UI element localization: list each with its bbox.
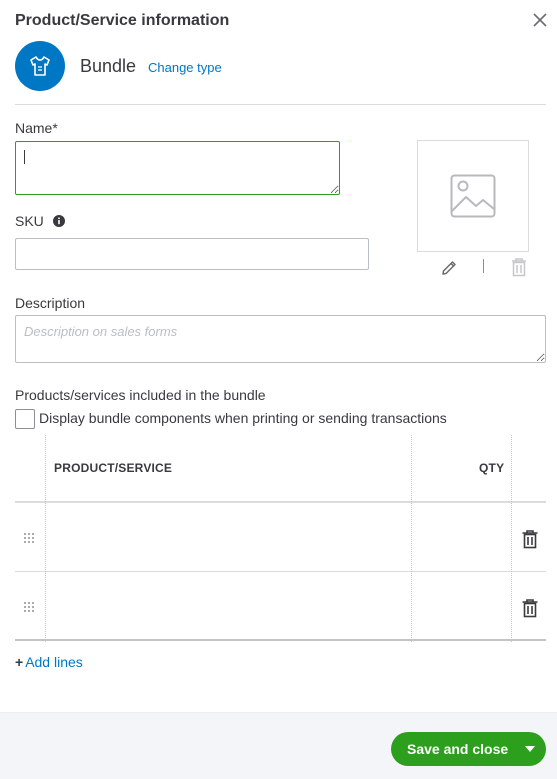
dialog-title: Product/Service information: [15, 12, 230, 29]
save-and-close-button[interactable]: Save and close: [391, 732, 546, 766]
sku-field[interactable]: [15, 238, 369, 270]
chevron-down-icon[interactable]: [525, 746, 535, 752]
plus-icon: +: [15, 654, 24, 670]
name-field[interactable]: [15, 141, 340, 195]
image-placeholder-icon: [450, 174, 496, 218]
bundle-section-label: Products/services included in the bundle: [15, 387, 266, 403]
display-components-label[interactable]: Display bundle components when printing …: [39, 410, 447, 426]
close-icon[interactable]: [530, 10, 550, 30]
drag-handle-icon[interactable]: [23, 532, 35, 544]
column-divider: [45, 435, 46, 642]
tshirt-icon: [30, 56, 50, 76]
change-type-link[interactable]: Change type: [148, 60, 222, 75]
delete-image-icon[interactable]: [510, 257, 528, 277]
delete-row-icon[interactable]: [521, 598, 539, 618]
bundle-items-table: PRODUCT/SERVICE QTY: [15, 435, 546, 642]
edit-image-icon[interactable]: [440, 259, 458, 277]
table-header: PRODUCT/SERVICE QTY: [15, 435, 546, 503]
item-type-badge: [15, 41, 65, 91]
info-icon[interactable]: [53, 215, 65, 227]
description-field[interactable]: [15, 315, 546, 363]
item-type-label: Bundle: [80, 56, 137, 76]
table-row[interactable]: [15, 572, 546, 641]
text-caret: [24, 150, 25, 164]
drag-handle-icon[interactable]: [23, 601, 35, 613]
description-label: Description: [15, 295, 86, 311]
header-divider: [15, 104, 546, 105]
image-action-separator: [483, 259, 484, 273]
column-header-qty[interactable]: QTY: [479, 461, 504, 475]
name-label: Name*: [15, 120, 58, 136]
image-upload-area[interactable]: [417, 140, 529, 252]
column-divider: [411, 435, 412, 642]
add-lines-button[interactable]: + Add lines: [15, 654, 83, 670]
column-divider: [511, 435, 512, 642]
table-row[interactable]: [15, 503, 546, 572]
add-lines-label: Add lines: [25, 654, 83, 670]
delete-row-icon[interactable]: [521, 529, 539, 549]
save-and-close-label: Save and close: [407, 741, 509, 757]
sku-label: SKU: [15, 213, 44, 229]
column-header-product[interactable]: PRODUCT/SERVICE: [54, 461, 172, 475]
display-components-checkbox[interactable]: [15, 409, 35, 429]
